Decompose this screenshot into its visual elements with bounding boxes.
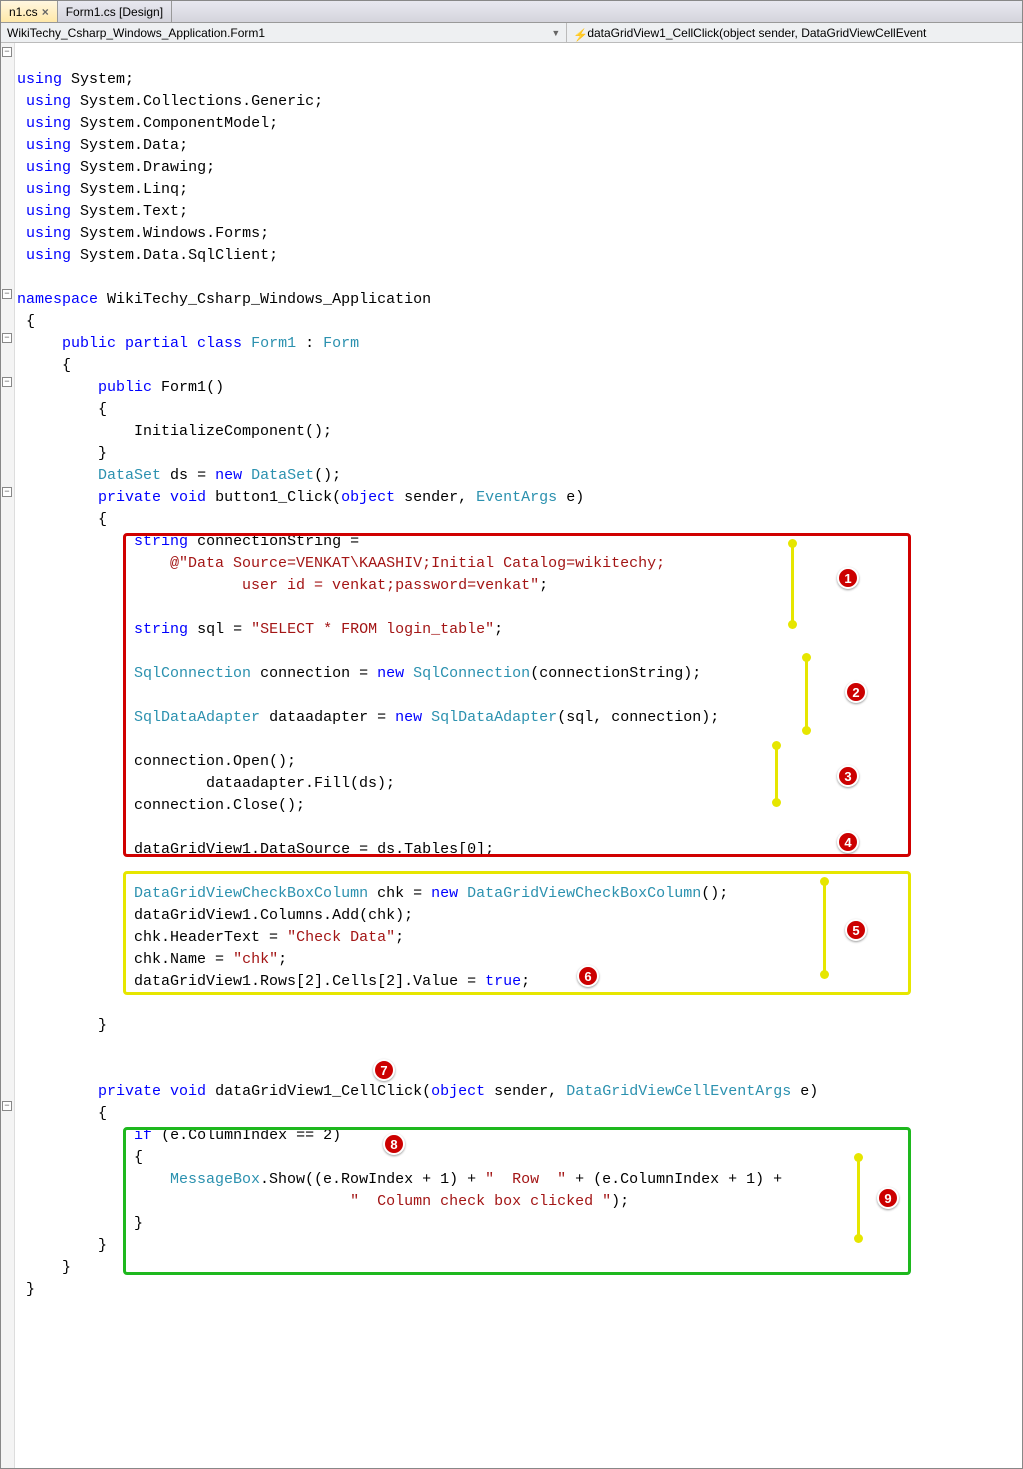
type-selector[interactable]: WikiTechy_Csharp_Windows_Application.For… bbox=[1, 23, 567, 42]
annotation-box-2 bbox=[123, 871, 911, 995]
tab-form1-cs[interactable]: n1.cs × bbox=[1, 1, 58, 22]
annotation-bracket bbox=[823, 881, 826, 975]
fold-toggle[interactable]: − bbox=[2, 47, 12, 57]
type-name: WikiTechy_Csharp_Windows_Application.For… bbox=[7, 26, 265, 40]
close-icon[interactable]: × bbox=[42, 5, 49, 19]
annotation-badge-6: 6 bbox=[577, 965, 599, 987]
annotation-badge-7: 7 bbox=[373, 1059, 395, 1081]
outline-gutter: − − − − − − bbox=[1, 43, 15, 1468]
chevron-down-icon: ▼ bbox=[551, 28, 560, 38]
member-selector[interactable]: ⚡ dataGridView1_CellClick(object sender,… bbox=[567, 23, 1022, 42]
annotation-badge-2: 2 bbox=[845, 681, 867, 703]
code-editor[interactable]: using System; using System.Collections.G… bbox=[15, 43, 1022, 1468]
annotation-badge-4: 4 bbox=[837, 831, 859, 853]
tab-form1-design[interactable]: Form1.cs [Design] bbox=[58, 1, 172, 22]
annotation-badge-3: 3 bbox=[837, 765, 859, 787]
tab-label: Form1.cs [Design] bbox=[66, 5, 163, 19]
fold-toggle[interactable]: − bbox=[2, 333, 12, 343]
annotation-badge-1: 1 bbox=[837, 567, 859, 589]
tab-bar: n1.cs × Form1.cs [Design] bbox=[1, 1, 1022, 23]
lightning-icon: ⚡ bbox=[573, 28, 583, 38]
annotation-bracket bbox=[805, 657, 808, 731]
annotation-box-3 bbox=[123, 1127, 911, 1275]
annotation-bracket bbox=[775, 745, 778, 803]
annotation-bracket bbox=[791, 543, 794, 625]
fold-toggle[interactable]: − bbox=[2, 289, 12, 299]
tab-label: n1.cs bbox=[9, 5, 38, 19]
member-name: dataGridView1_CellClick(object sender, D… bbox=[587, 26, 926, 40]
annotation-badge-5: 5 bbox=[845, 919, 867, 941]
editor-frame: n1.cs × Form1.cs [Design] WikiTechy_Csha… bbox=[0, 0, 1023, 1469]
annotation-badge-8: 8 bbox=[383, 1133, 405, 1155]
fold-toggle[interactable]: − bbox=[2, 377, 12, 387]
annotation-bracket bbox=[857, 1157, 860, 1239]
annotation-badge-9: 9 bbox=[877, 1187, 899, 1209]
fold-toggle[interactable]: − bbox=[2, 487, 12, 497]
navigation-bar: WikiTechy_Csharp_Windows_Application.For… bbox=[1, 23, 1022, 43]
fold-toggle[interactable]: − bbox=[2, 1101, 12, 1111]
code-area: − − − − − − using System; using System.C… bbox=[1, 43, 1022, 1468]
